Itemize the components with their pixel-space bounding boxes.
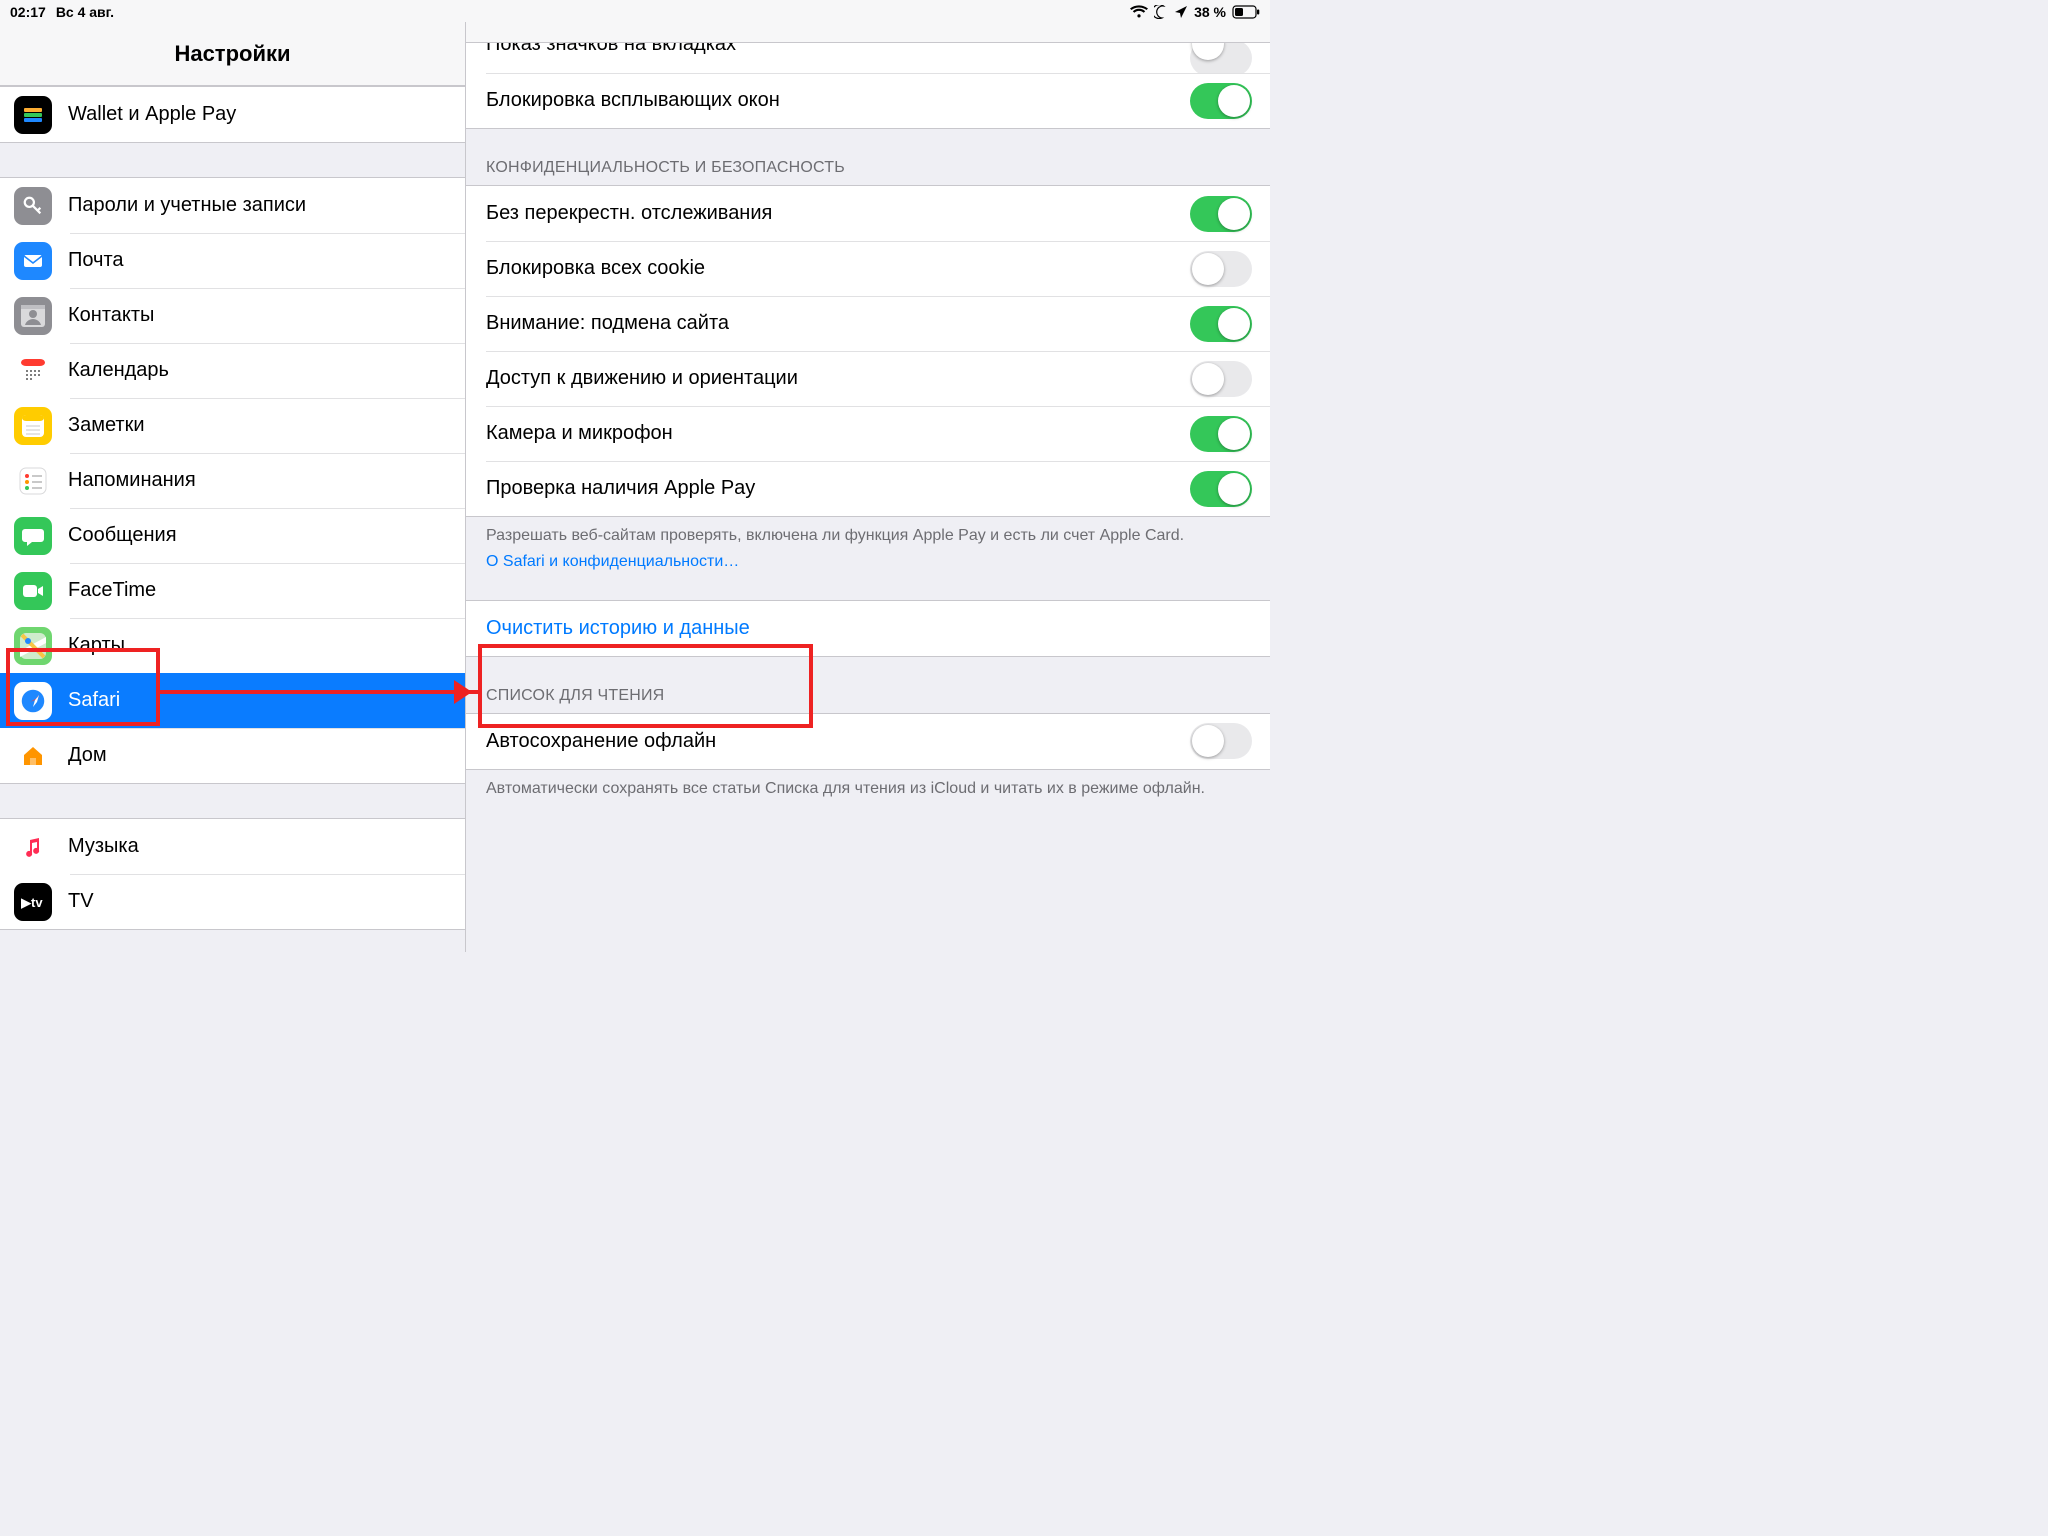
sidebar-item-label: Напоминания xyxy=(68,469,196,492)
sidebar-item-label: Карты xyxy=(68,634,125,657)
sidebar-item-facetime[interactable]: FaceTime xyxy=(0,563,465,618)
switch[interactable] xyxy=(1190,83,1252,119)
clear-history-label: Очистить историю и данные xyxy=(486,617,750,640)
sidebar-item-label: Календарь xyxy=(68,359,169,382)
sidebar-item-label: Музыка xyxy=(68,835,139,858)
sidebar-item-calendar[interactable]: Календарь xyxy=(0,343,465,398)
switch[interactable] xyxy=(1190,251,1252,287)
safari-icon xyxy=(14,682,52,720)
sidebar-title: Настройки xyxy=(0,22,465,86)
svg-text:▶tv: ▶tv xyxy=(21,895,43,910)
toggle-label: Показ значков на вкладках xyxy=(486,43,736,56)
sidebar-item-notes[interactable]: Заметки xyxy=(0,398,465,453)
toggle-label: Внимание: подмена сайта xyxy=(486,312,729,335)
toggle-row[interactable]: Доступ к движению и ориентации xyxy=(466,351,1270,406)
section-footer-privacy: Разрешать веб-сайтам проверять, включена… xyxy=(466,517,1270,574)
switch[interactable] xyxy=(1190,416,1252,452)
switch[interactable] xyxy=(1190,196,1252,232)
toggle-row[interactable]: Внимание: подмена сайта xyxy=(466,296,1270,351)
switch[interactable] xyxy=(1190,306,1252,342)
detail-pane: Safari Показ значков на вкладкахБлокиров… xyxy=(466,22,1270,952)
toggle-label: Проверка наличия Apple Pay xyxy=(486,477,755,500)
toggle-row[interactable]: Камера и микрофон xyxy=(466,406,1270,461)
sidebar-item-label: Safari xyxy=(68,689,120,712)
status-bar: 02:17 Вс 4 авг. 38 % xyxy=(0,0,1270,22)
toggle-label: Без перекрестн. отслеживания xyxy=(486,202,772,225)
status-time: 02:17 xyxy=(10,4,46,20)
sidebar-item-wallet[interactable]: Wallet и Apple Pay xyxy=(0,87,465,142)
sidebar-item-label: FaceTime xyxy=(68,579,156,602)
sidebar-item-label: Почта xyxy=(68,249,124,272)
switch[interactable] xyxy=(1190,361,1252,397)
sidebar-item-label: Контакты xyxy=(68,304,154,327)
wifi-icon xyxy=(1130,5,1148,19)
music-icon xyxy=(14,828,52,866)
mail-icon xyxy=(14,242,52,280)
sidebar-item-label: Дом xyxy=(68,744,107,767)
sidebar-item-mail[interactable]: Почта xyxy=(0,233,465,288)
sidebar-item-label: Сообщения xyxy=(68,524,177,547)
sidebar-item-label: Пароли и учетные записи xyxy=(68,194,306,217)
toggle-row[interactable]: Проверка наличия Apple Pay xyxy=(466,461,1270,516)
toggle-label: Блокировка всех cookie xyxy=(486,257,705,280)
switch[interactable] xyxy=(1190,43,1252,73)
toggle-row[interactable]: Блокировка всплывающих окон xyxy=(466,73,1270,128)
sidebar-item-home[interactable]: Дом xyxy=(0,728,465,783)
wallet-icon xyxy=(14,96,52,134)
reminders-icon xyxy=(14,462,52,500)
toggle-label: Камера и микрофон xyxy=(486,422,673,445)
toggle-label: Доступ к движению и ориентации xyxy=(486,367,798,390)
toggle-row-autosave-offline[interactable]: Автосохранение офлайн xyxy=(466,714,1270,769)
facetime-icon xyxy=(14,572,52,610)
section-header-privacy: КОНФИДЕНЦИАЛЬНОСТЬ И БЕЗОПАСНОСТЬ xyxy=(466,129,1270,185)
battery-icon xyxy=(1232,5,1260,19)
tv-icon: ▶tv xyxy=(14,883,52,921)
notes-icon xyxy=(14,407,52,445)
sidebar-item-contacts[interactable]: Контакты xyxy=(0,288,465,343)
messages-icon xyxy=(14,517,52,555)
maps-icon xyxy=(14,627,52,665)
switch[interactable] xyxy=(1190,471,1252,507)
settings-sidebar: Настройки Wallet и Apple Pay Пароли и уч… xyxy=(0,22,466,952)
sidebar-item-label: TV xyxy=(68,890,94,913)
switch-autosave-offline[interactable] xyxy=(1190,723,1252,759)
privacy-link[interactable]: О Safari и конфиденциальности… xyxy=(486,551,739,573)
sidebar-item-label: Wallet и Apple Pay xyxy=(68,103,236,126)
sidebar-item-tv[interactable]: ▶tv TV xyxy=(0,874,465,929)
home-icon xyxy=(14,737,52,775)
contacts-icon xyxy=(14,297,52,335)
location-icon xyxy=(1174,5,1188,19)
section-footer-reading: Автоматически сохранять все статьи Списк… xyxy=(466,770,1270,800)
toggle-row[interactable]: Без перекрестн. отслеживания xyxy=(466,186,1270,241)
sidebar-item-key[interactable]: Пароли и учетные записи xyxy=(0,178,465,233)
sidebar-item-safari[interactable]: Safari xyxy=(0,673,465,728)
toggle-label: Автосохранение офлайн xyxy=(486,730,716,753)
sidebar-item-label: Заметки xyxy=(68,414,145,437)
clear-history-button[interactable]: Очистить историю и данные xyxy=(466,601,1270,656)
section-header-reading: СПИСОК ДЛЯ ЧТЕНИЯ xyxy=(466,657,1270,713)
toggle-row[interactable]: Блокировка всех cookie xyxy=(466,241,1270,296)
calendar-icon xyxy=(14,352,52,390)
sidebar-item-messages[interactable]: Сообщения xyxy=(0,508,465,563)
key-icon xyxy=(14,187,52,225)
sidebar-item-reminders[interactable]: Напоминания xyxy=(0,453,465,508)
toggle-label: Блокировка всплывающих окон xyxy=(486,89,780,112)
status-date: Вс 4 авг. xyxy=(56,4,114,20)
sidebar-item-music[interactable]: Музыка xyxy=(0,819,465,874)
sidebar-item-maps[interactable]: Карты xyxy=(0,618,465,673)
battery-percent: 38 % xyxy=(1194,4,1226,20)
toggle-row[interactable]: Показ значков на вкладках xyxy=(466,43,1270,73)
dnd-moon-icon xyxy=(1154,5,1168,19)
